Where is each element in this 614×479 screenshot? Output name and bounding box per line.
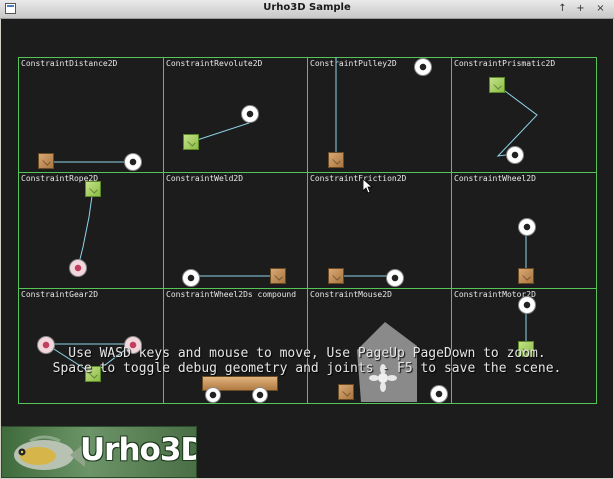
render-viewport[interactable]: ConstraintDistance2D ConstraintRevolute2… — [1, 19, 613, 478]
ball-body — [241, 105, 259, 123]
ball-body — [386, 269, 404, 287]
ball-body — [414, 58, 432, 76]
instructions-line-1: Use WASD keys and mouse to move, Use Pag… — [68, 346, 546, 361]
ball-body — [252, 387, 268, 403]
box-body — [328, 268, 344, 284]
ball-body — [124, 153, 142, 171]
window-title: Urho3D Sample — [263, 2, 351, 13]
box-body — [328, 152, 344, 168]
mouse-cursor-icon — [363, 179, 373, 193]
box-body — [518, 268, 534, 284]
ball-body — [430, 385, 448, 403]
close-button[interactable]: × — [594, 2, 607, 15]
ball-body — [506, 146, 524, 164]
fish-icon — [14, 435, 85, 470]
title-bar[interactable]: Urho3D Sample ↑ + × — [0, 0, 614, 19]
maximize-button[interactable]: + — [574, 2, 587, 15]
instructions-line-2: Space to toggle debug geometry and joint… — [52, 361, 562, 376]
ball-body — [69, 259, 87, 277]
pin-button[interactable]: ↑ — [556, 2, 569, 15]
box-body — [38, 153, 54, 169]
ball-body — [205, 387, 221, 403]
ball-body — [518, 218, 536, 236]
box-body — [183, 134, 199, 150]
box-body — [489, 77, 505, 93]
box-body — [338, 384, 354, 400]
box-body — [270, 268, 286, 284]
box-body — [85, 181, 101, 197]
instructions-text: Use WASD keys and mouse to move, Use Pag… — [1, 346, 613, 376]
app-window: Urho3D Sample ↑ + × ConstraintDistance2D… — [0, 0, 614, 479]
logo-text: Urho3D — [80, 432, 197, 468]
urho3d-logo: Urho3D — [1, 426, 197, 478]
joint-lines — [45, 57, 538, 375]
ball-body — [518, 296, 536, 314]
ball-body — [182, 269, 200, 287]
